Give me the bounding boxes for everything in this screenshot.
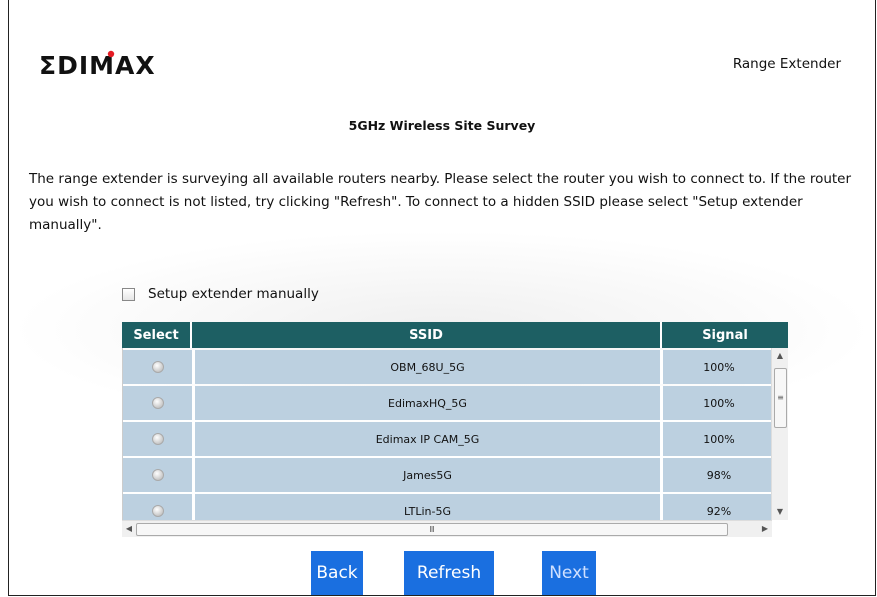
scroll-right-arrow-icon[interactable]: ▶ <box>758 521 772 537</box>
table-header: Select SSID Signal <box>122 322 788 348</box>
page-title: 5GHz Wireless Site Survey <box>348 118 536 133</box>
page-frame: ΣDIMAX Range Extender 5GHz Wireless Site… <box>8 0 876 596</box>
header-ssid: SSID <box>192 322 662 348</box>
setup-manually-label: Setup extender manually <box>148 286 319 302</box>
product-name: Range Extender <box>732 56 841 72</box>
select-radio[interactable] <box>151 397 164 409</box>
ssid-cell: LTLin-5G <box>195 494 663 520</box>
site-survey-table: Select SSID Signal OBM_68U_5G 100% Edima… <box>122 322 788 537</box>
select-radio[interactable] <box>151 433 164 445</box>
scroll-up-arrow-icon[interactable]: ▲ <box>772 348 788 364</box>
select-radio[interactable] <box>151 505 164 517</box>
table-row[interactable]: OBM_68U_5G 100% <box>123 350 788 384</box>
next-button[interactable]: Next <box>542 551 596 595</box>
table-body: OBM_68U_5G 100% EdimaxHQ_5G 100% Edimax … <box>122 348 788 520</box>
select-radio[interactable] <box>151 469 164 481</box>
select-radio[interactable] <box>151 361 164 373</box>
table-row[interactable]: Edimax IP CAM_5G 100% <box>123 422 788 456</box>
signal-cell: 100% <box>663 386 775 420</box>
back-button[interactable]: Back <box>311 551 363 595</box>
table-row[interactable]: EdimaxHQ_5G 100% <box>123 386 788 420</box>
signal-cell: 92% <box>663 494 775 520</box>
scroll-left-arrow-icon[interactable]: ◀ <box>122 521 136 537</box>
setup-manually-option[interactable]: Setup extender manually <box>122 286 319 302</box>
table-row[interactable]: James5G 98% <box>123 458 788 492</box>
svg-text:ΣDIMAX: ΣDIMAX <box>39 51 156 80</box>
vertical-scroll-thumb[interactable]: ≡ <box>774 368 787 428</box>
signal-cell: 100% <box>663 422 775 456</box>
edimax-logo: ΣDIMAX <box>39 50 156 80</box>
ssid-cell: James5G <box>195 458 663 492</box>
signal-cell: 98% <box>663 458 775 492</box>
header-select: Select <box>122 322 192 348</box>
setup-manually-checkbox[interactable] <box>122 287 135 301</box>
scroll-down-arrow-icon[interactable]: ▼ <box>772 504 788 520</box>
horizontal-scroll-thumb[interactable]: Ⅲ <box>136 523 728 536</box>
vertical-scrollbar[interactable]: ▲ ≡ ▼ <box>771 348 788 520</box>
table-row[interactable]: LTLin-5G 92% <box>123 494 788 520</box>
ssid-cell: EdimaxHQ_5G <box>195 386 663 420</box>
instructions-text: The range extender is surveying all avai… <box>29 171 852 233</box>
ssid-cell: OBM_68U_5G <box>195 350 663 384</box>
signal-cell: 100% <box>663 350 775 384</box>
ssid-cell: Edimax IP CAM_5G <box>195 422 663 456</box>
refresh-button[interactable]: Refresh <box>404 551 494 595</box>
horizontal-scrollbar[interactable]: ◀ Ⅲ ▶ <box>122 520 772 537</box>
header-signal: Signal <box>702 327 748 343</box>
